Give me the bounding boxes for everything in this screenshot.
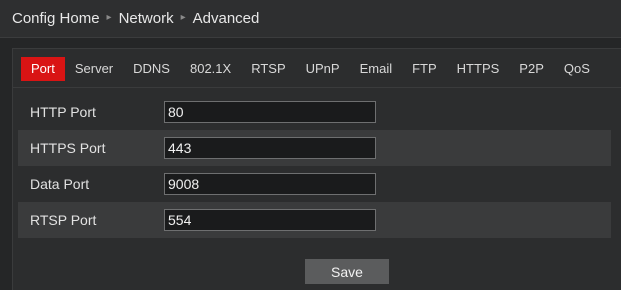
tab-ftp[interactable]: FTP <box>402 57 447 81</box>
breadcrumb-separator-icon: ▸ <box>180 12 186 23</box>
https-port-label: HTTPS Port <box>30 140 106 156</box>
tab-port[interactable]: Port <box>21 57 65 81</box>
tab-divider <box>13 87 621 88</box>
breadcrumb-network[interactable]: Network <box>119 10 174 27</box>
tab-p2p[interactable]: P2P <box>509 57 554 81</box>
http-port-label: HTTP Port <box>30 104 96 120</box>
tab-email[interactable]: Email <box>350 57 403 81</box>
breadcrumb-advanced: Advanced <box>192 10 260 27</box>
tab-upnp[interactable]: UPnP <box>296 57 350 81</box>
breadcrumb-config-home[interactable]: Config Home <box>12 10 100 27</box>
tab-bar: Port Server DDNS 802.1X RTSP UPnP Email … <box>21 57 600 81</box>
save-button[interactable]: Save <box>305 259 389 284</box>
config-window: Config Home ▸ Network ▸ Advanced Port Se… <box>0 0 621 290</box>
data-port-row: Data Port <box>18 166 611 202</box>
rtsp-port-row: RTSP Port <box>18 202 611 238</box>
tab-ddns[interactable]: DDNS <box>123 57 180 81</box>
breadcrumb-separator-icon: ▸ <box>106 12 112 23</box>
data-port-input[interactable] <box>164 173 376 195</box>
settings-panel: Port Server DDNS 802.1X RTSP UPnP Email … <box>12 48 621 290</box>
http-port-input[interactable] <box>164 101 376 123</box>
tab-qos[interactable]: QoS <box>554 57 600 81</box>
rtsp-port-label: RTSP Port <box>30 212 97 228</box>
tab-server[interactable]: Server <box>65 57 123 81</box>
https-port-row: HTTPS Port <box>18 130 611 166</box>
http-port-row: HTTP Port <box>18 94 611 130</box>
https-port-input[interactable] <box>164 137 376 159</box>
data-port-label: Data Port <box>30 176 90 192</box>
tab-https[interactable]: HTTPS <box>447 57 510 81</box>
rtsp-port-input[interactable] <box>164 209 376 231</box>
breadcrumb: Config Home ▸ Network ▸ Advanced <box>0 0 621 38</box>
tab-8021x[interactable]: 802.1X <box>180 57 241 81</box>
tab-rtsp[interactable]: RTSP <box>241 57 295 81</box>
port-form: HTTP Port HTTPS Port Data Port RTSP Port <box>18 94 611 238</box>
